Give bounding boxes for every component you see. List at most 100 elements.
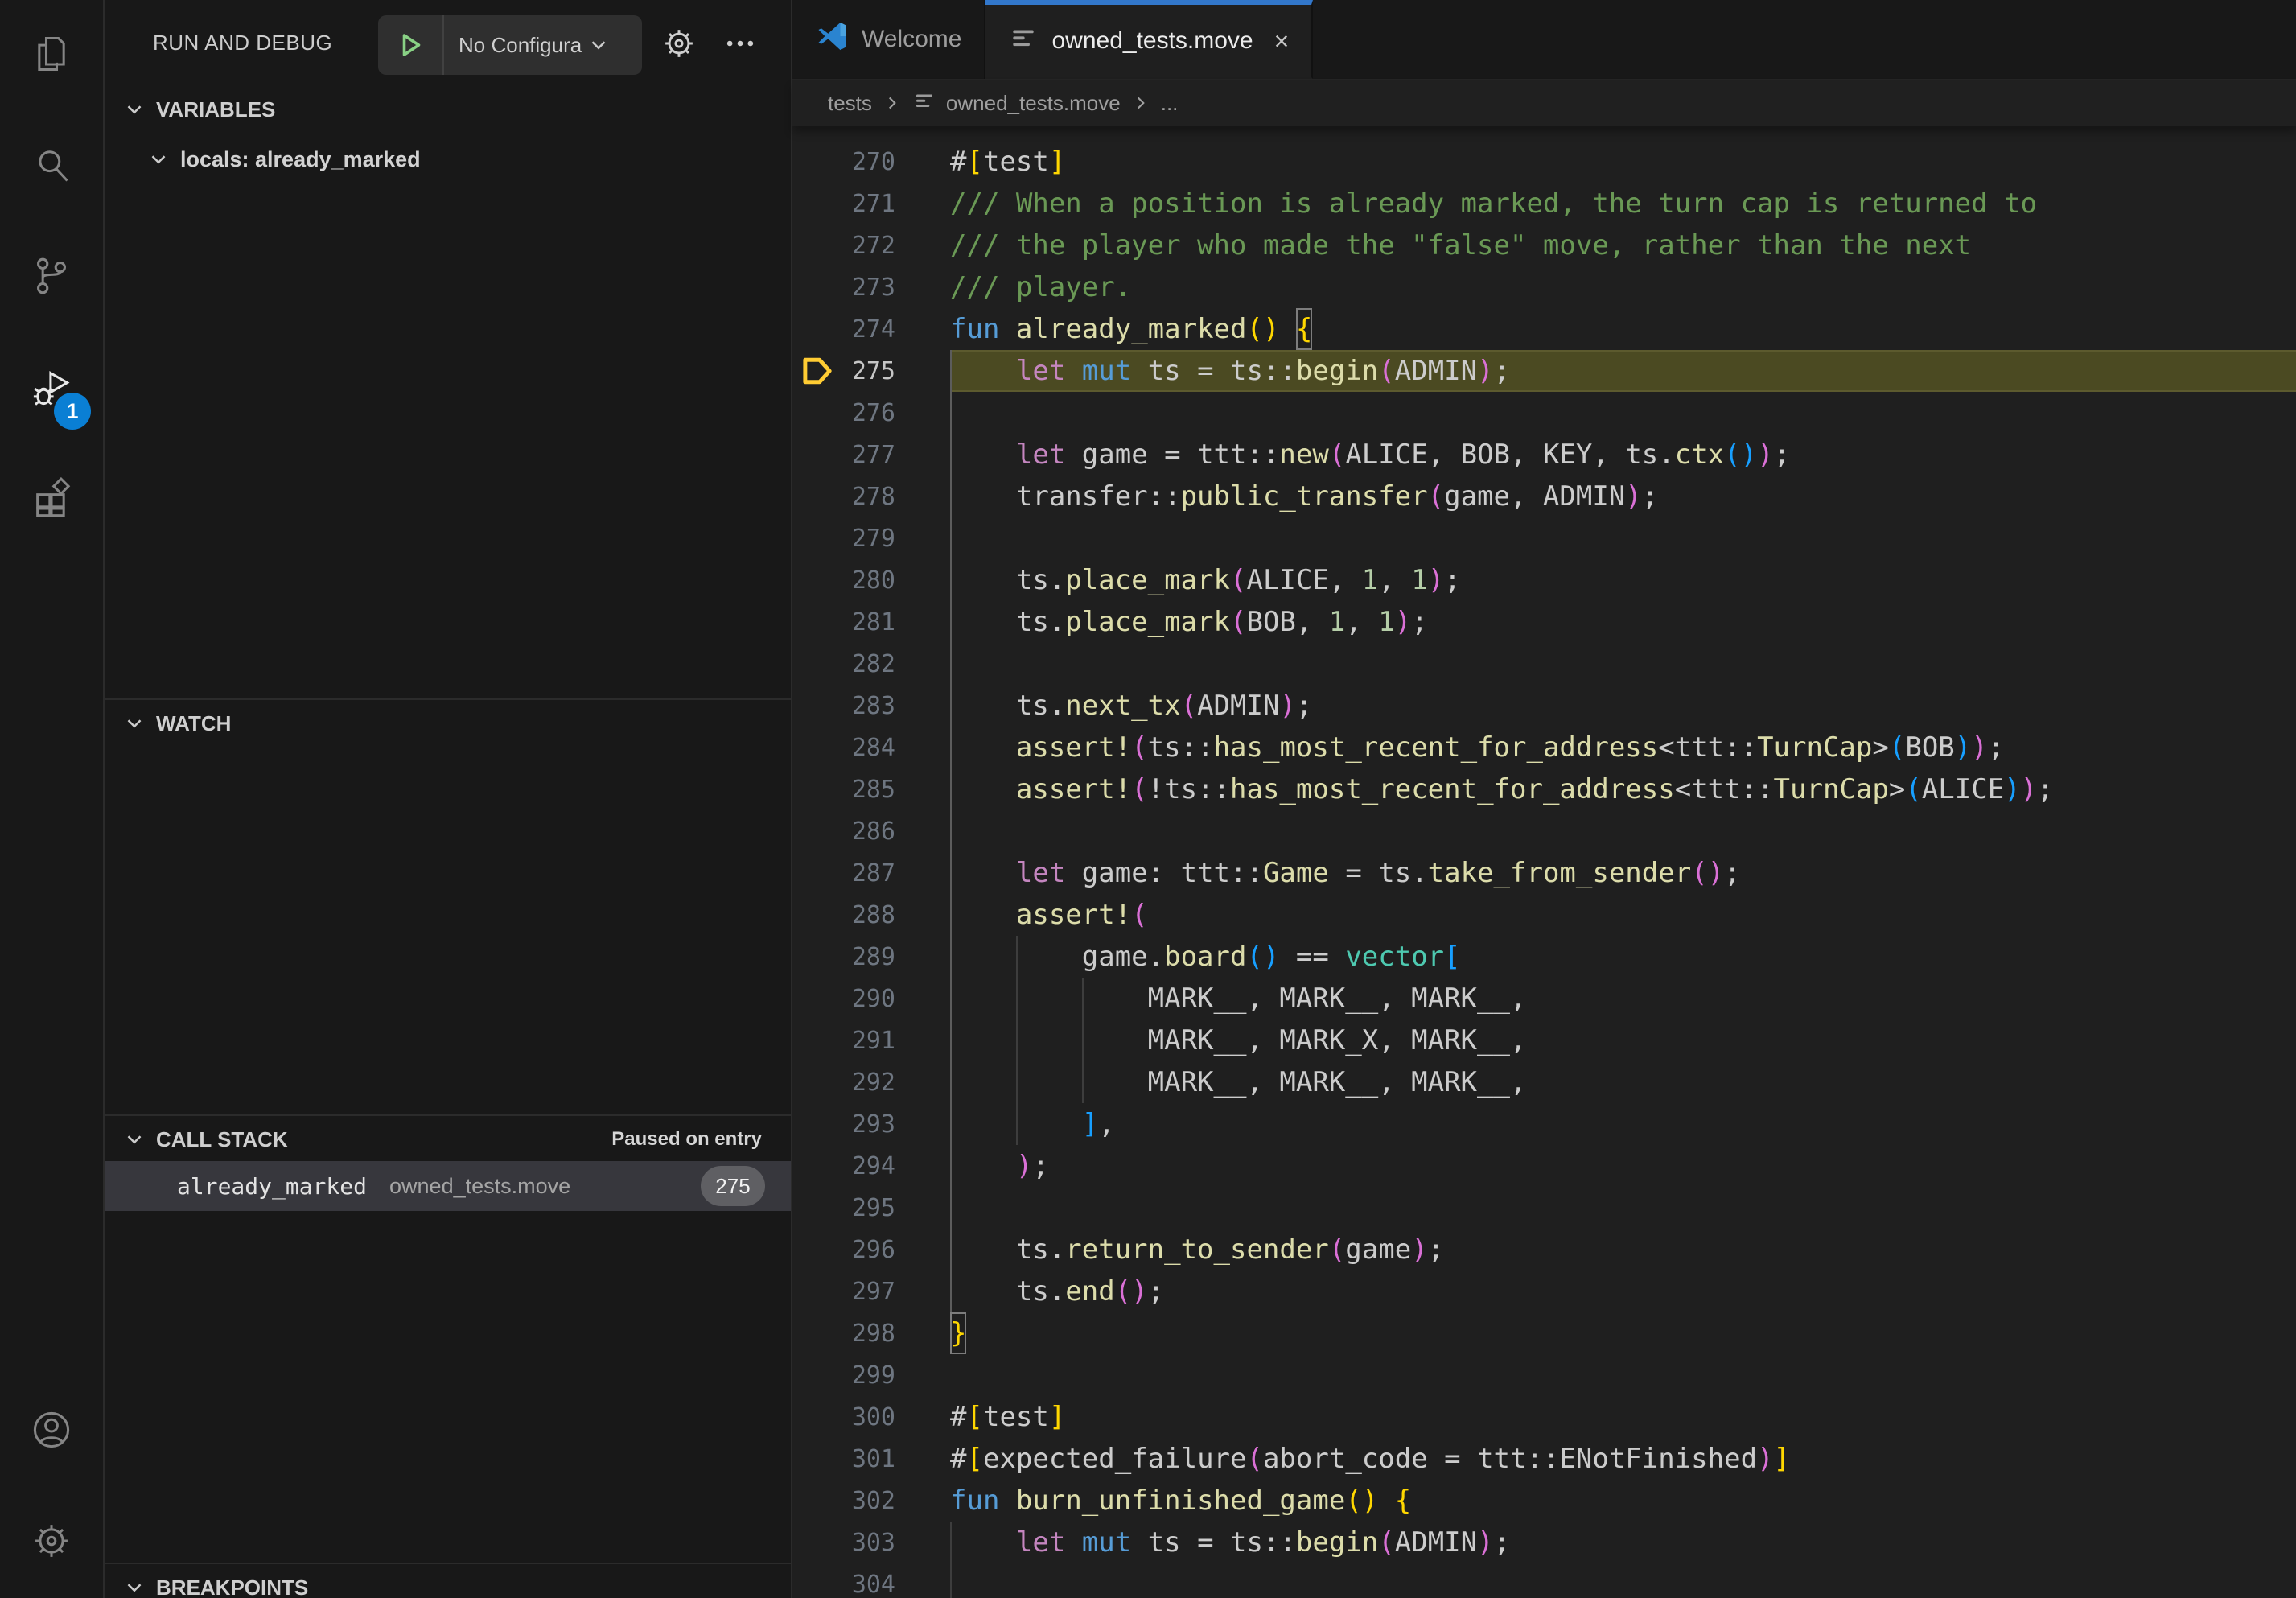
gutter[interactable]: 285	[792, 768, 950, 810]
tab-owned-tests-move[interactable]: owned_tests.move ×	[985, 0, 1313, 79]
gutter[interactable]: 288	[792, 894, 950, 936]
line-number[interactable]: 279	[842, 525, 895, 553]
gutter[interactable]: 291	[792, 1019, 950, 1061]
line-number[interactable]: 293	[842, 1110, 895, 1139]
line-number[interactable]: 278	[842, 483, 895, 511]
code-text[interactable]: /// the player who made the "false" move…	[950, 224, 2296, 266]
code-line[interactable]: 292 MARK__, MARK__, MARK__,	[792, 1061, 2296, 1103]
code-text[interactable]	[950, 392, 2296, 434]
call-stack-frame[interactable]: already_marked owned_tests.move 275	[105, 1161, 791, 1211]
line-number[interactable]: 296	[842, 1236, 895, 1264]
views-and-more-actions-button[interactable]	[714, 18, 766, 69]
code-line[interactable]: 288 assert!(	[792, 894, 2296, 936]
line-number[interactable]: 276	[842, 399, 895, 427]
code-line[interactable]: 290 MARK__, MARK__, MARK__,	[792, 978, 2296, 1019]
breadcrumb-file[interactable]: owned_tests.move	[946, 91, 1121, 116]
breadcrumb-folder[interactable]: tests	[828, 91, 872, 116]
code-text[interactable]	[950, 810, 2296, 852]
line-number[interactable]: 295	[842, 1194, 895, 1222]
activity-item-source-control[interactable]	[0, 222, 104, 333]
gutter[interactable]: 272	[792, 224, 950, 266]
code-text[interactable]	[950, 1187, 2296, 1229]
code-line[interactable]: 282	[792, 643, 2296, 685]
debug-settings-button[interactable]	[653, 18, 705, 69]
gutter[interactable]: 296	[792, 1229, 950, 1271]
code-line[interactable]: 285 assert!(!ts::has_most_recent_for_add…	[792, 768, 2296, 810]
code-text[interactable]: MARK__, MARK_X, MARK__,	[950, 1019, 2296, 1061]
line-number[interactable]: 271	[842, 190, 895, 218]
line-number[interactable]: 275	[842, 357, 895, 385]
code-text[interactable]: /// When a position is already marked, t…	[950, 183, 2296, 224]
line-number[interactable]: 300	[842, 1403, 895, 1431]
gutter[interactable]: 297	[792, 1271, 950, 1312]
code-text[interactable]: ts.return_to_sender(game);	[950, 1229, 2296, 1271]
line-number[interactable]: 287	[842, 859, 895, 888]
code-line[interactable]: 275 let mut ts = ts::begin(ADMIN);	[792, 350, 2296, 392]
code-text[interactable]	[950, 517, 2296, 559]
line-number[interactable]: 294	[842, 1152, 895, 1180]
code-text[interactable]: assert!(!ts::has_most_recent_for_address…	[950, 768, 2296, 810]
variables-section-header[interactable]: VARIABLES	[105, 86, 791, 133]
gutter[interactable]: 289	[792, 936, 950, 978]
gutter[interactable]: 276	[792, 392, 950, 434]
activity-item-settings[interactable]	[0, 1487, 104, 1598]
code-line[interactable]: 303 let mut ts = ts::begin(ADMIN);	[792, 1522, 2296, 1563]
line-number[interactable]: 281	[842, 608, 895, 636]
gutter[interactable]: 271	[792, 183, 950, 224]
code-text[interactable]: }	[950, 1312, 2296, 1354]
breadcrumb-symbol[interactable]: ...	[1161, 91, 1179, 116]
code-line[interactable]: 273 /// player.	[792, 266, 2296, 308]
line-number[interactable]: 274	[842, 315, 895, 344]
gutter[interactable]: 273	[792, 266, 950, 308]
activity-item-explorer[interactable]	[0, 0, 104, 111]
code-text[interactable]: #[expected_failure(abort_code = ttt::ENo…	[950, 1438, 2296, 1480]
line-number[interactable]: 289	[842, 943, 895, 971]
code-line[interactable]: 304	[792, 1563, 2296, 1598]
code-line[interactable]: 294 );	[792, 1145, 2296, 1187]
gutter[interactable]: 280	[792, 559, 950, 601]
line-number[interactable]: 303	[842, 1529, 895, 1557]
variables-scope-locals[interactable]: locals: already_marked	[105, 135, 791, 183]
gutter[interactable]: 270	[792, 141, 950, 183]
gutter[interactable]: 281	[792, 601, 950, 643]
code-line[interactable]: 279	[792, 517, 2296, 559]
code-line[interactable]: 287 let game: ttt::Game = ts.take_from_s…	[792, 852, 2296, 894]
line-number[interactable]: 273	[842, 274, 895, 302]
gutter[interactable]: 303	[792, 1522, 950, 1563]
code-text[interactable]: fun burn_unfinished_game() {	[950, 1480, 2296, 1522]
gutter[interactable]: 277	[792, 434, 950, 476]
gutter[interactable]: 301	[792, 1438, 950, 1480]
line-number[interactable]: 288	[842, 901, 895, 929]
line-number[interactable]: 297	[842, 1278, 895, 1306]
code-line[interactable]: 296 ts.return_to_sender(game);	[792, 1229, 2296, 1271]
code-text[interactable]: assert!(	[950, 894, 2296, 936]
code-text[interactable]	[950, 1354, 2296, 1396]
code-editor[interactable]: 270#[test]271/// When a position is alre…	[792, 126, 2296, 1598]
code-line[interactable]: 284 assert!(ts::has_most_recent_for_addr…	[792, 727, 2296, 768]
gutter[interactable]: 290	[792, 978, 950, 1019]
gutter[interactable]: 295	[792, 1187, 950, 1229]
line-number[interactable]: 299	[842, 1361, 895, 1390]
code-line[interactable]: 271 /// When a position is already marked…	[792, 183, 2296, 224]
code-line[interactable]: 301#[expected_failure(abort_code = ttt::…	[792, 1438, 2296, 1480]
breakpoints-section-header[interactable]: BREAKPOINTS	[105, 1564, 791, 1598]
gutter[interactable]: 299	[792, 1354, 950, 1396]
line-number[interactable]: 286	[842, 818, 895, 846]
code-line[interactable]: 295	[792, 1187, 2296, 1229]
code-line[interactable]: 297 ts.end();	[792, 1271, 2296, 1312]
code-line[interactable]: 293 ],	[792, 1103, 2296, 1145]
gutter[interactable]: 292	[792, 1061, 950, 1103]
line-number[interactable]: 284	[842, 734, 895, 762]
start-debug-button[interactable]	[378, 15, 444, 75]
gutter[interactable]: 279	[792, 517, 950, 559]
line-number[interactable]: 282	[842, 650, 895, 678]
code-line[interactable]: 280 ts.place_mark(ALICE, 1, 1);	[792, 559, 2296, 601]
code-line[interactable]: 281 ts.place_mark(BOB, 1, 1);	[792, 601, 2296, 643]
code-text[interactable]: /// player.	[950, 266, 2296, 308]
line-number[interactable]: 298	[842, 1320, 895, 1348]
code-text[interactable]: MARK__, MARK__, MARK__,	[950, 1061, 2296, 1103]
code-text[interactable]: MARK__, MARK__, MARK__,	[950, 978, 2296, 1019]
watch-section-header[interactable]: WATCH	[105, 700, 791, 747]
code-line[interactable]: 302fun burn_unfinished_game() {	[792, 1480, 2296, 1522]
code-line[interactable]: 300#[test]	[792, 1396, 2296, 1438]
